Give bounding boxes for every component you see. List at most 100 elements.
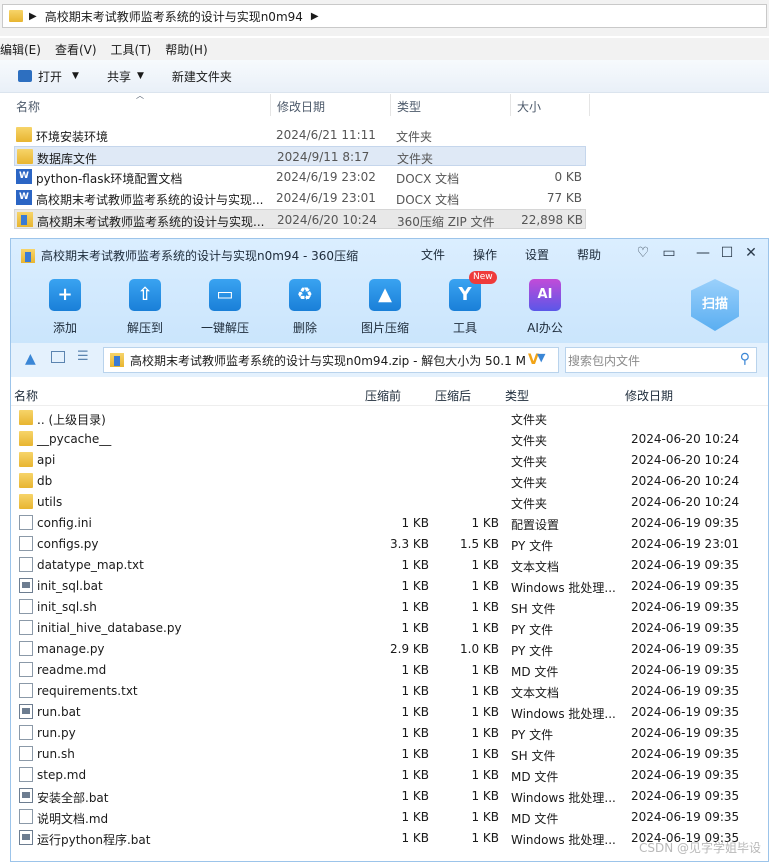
- table-row[interactable]: .. (上级目录) 文件夹: [11, 407, 768, 428]
- cell-date: 2024-06-19 09:35: [631, 663, 740, 677]
- col-type[interactable]: 类型: [397, 98, 421, 115]
- cell-date: 2024-06-19 09:35: [631, 747, 740, 761]
- menu-help[interactable]: 帮助(H): [165, 41, 207, 58]
- feedback-icon[interactable]: ▭: [661, 245, 677, 261]
- add-button[interactable]: + 添加: [35, 279, 95, 336]
- chevron-down-icon: ▼: [136, 71, 144, 81]
- col-name[interactable]: 名称: [16, 98, 40, 115]
- cell-after: 1.0 KB: [460, 642, 499, 656]
- zip-menu-file[interactable]: 文件: [421, 246, 445, 263]
- table-row[interactable]: step.md 1 KB 1 KB MD 文件 2024-06-19 09:35: [11, 764, 768, 785]
- cell-name: init_sql.sh: [37, 600, 97, 614]
- table-row[interactable]: init_sql.bat 1 KB 1 KB Windows 批处理... 2024-0…: [11, 575, 768, 596]
- open-button[interactable]: 打开 ▼: [18, 68, 79, 85]
- maximize-icon[interactable]: ☐: [719, 245, 735, 261]
- table-row[interactable]: configs.py 3.3 KB 1.5 KB PY 文件 2024-06-19 23…: [11, 533, 768, 554]
- cell-date: 2024-06-20 10:24: [631, 474, 740, 488]
- cell-before: 1 KB: [401, 747, 429, 761]
- table-row[interactable]: readme.md 1 KB 1 KB MD 文件 2024-06-19 09:35: [11, 659, 768, 680]
- menu-edit[interactable]: 编辑(E): [0, 41, 41, 58]
- cell-name: run.py: [37, 726, 76, 740]
- cell-date: 2024-06-19 09:35: [631, 579, 740, 593]
- cell-name: 说明文档.md: [37, 812, 109, 826]
- col-size[interactable]: 大小: [517, 98, 541, 115]
- table-row[interactable]: run.py 1 KB 1 KB PY 文件 2024-06-19 09:35: [11, 722, 768, 743]
- file-row[interactable]: 数据库文件 2024/9/11 8:17 文件夹: [14, 146, 586, 166]
- table-row[interactable]: run.bat 1 KB 1 KB Windows 批处理... 2024-06-19 …: [11, 701, 768, 722]
- zip-menu-help[interactable]: 帮助: [577, 246, 601, 263]
- cell-type: 文件夹: [511, 413, 548, 427]
- cell-type: 文件夹: [511, 434, 548, 448]
- table-row[interactable]: run.sh 1 KB 1 KB SH 文件 2024-06-19 09:35: [11, 743, 768, 764]
- col-date[interactable]: 修改日期: [625, 387, 673, 404]
- share-button[interactable]: 共享 ▼: [107, 68, 144, 85]
- table-row[interactable]: utils 文件夹 2024-06-20 10:24: [11, 491, 768, 512]
- table-row[interactable]: __pycache__ 文件夹 2024-06-20 10:24: [11, 428, 768, 449]
- table-row[interactable]: 安装全部.bat 1 KB 1 KB Windows 批处理... 2024-06-19…: [11, 785, 768, 806]
- col-type[interactable]: 类型: [505, 387, 529, 404]
- one-click-extract-button[interactable]: ▭ 一键解压: [195, 279, 255, 336]
- table-row[interactable]: datatype_map.txt 1 KB 1 KB 文本文档 2024-06-19 0…: [11, 554, 768, 575]
- col-name[interactable]: 名称: [14, 387, 38, 404]
- up-arrow-icon[interactable]: ▲: [25, 351, 36, 367]
- table-row[interactable]: 说明文档.md 1 KB 1 KB MD 文件 2024-06-19 09:35: [11, 806, 768, 827]
- table-row[interactable]: initial_hive_database.py 1 KB 1 KB PY 文件 202…: [11, 617, 768, 638]
- ai-office-button[interactable]: AI AI办公: [515, 279, 575, 336]
- image-compress-button[interactable]: ▲ 图片压缩: [355, 279, 415, 336]
- chevron-down-icon[interactable]: ▼: [537, 351, 545, 364]
- add-icon: +: [49, 279, 81, 311]
- search-input[interactable]: 搜索包内文件 ⚲: [565, 347, 757, 373]
- file-row[interactable]: 高校期末考试教师监考系统的设计与实现... 2024/6/20 10:24 36…: [14, 209, 586, 229]
- table-row[interactable]: requirements.txt 1 KB 1 KB 文本文档 2024-06-19 0…: [11, 680, 768, 701]
- cell-type: 配置设置: [511, 518, 560, 532]
- col-date[interactable]: 修改日期: [277, 98, 325, 115]
- minimize-icon[interactable]: —: [695, 245, 711, 261]
- menu-view[interactable]: 查看(V): [55, 41, 97, 58]
- cell-type: 文本文档: [511, 560, 560, 574]
- thumbnail-view-icon[interactable]: [51, 351, 65, 363]
- address-box[interactable]: ▶ 高校期末考试教师监考系统的设计与实现n0m94 ▶: [2, 4, 767, 28]
- cell-after: 1 KB: [471, 747, 499, 761]
- chevron-right-icon[interactable]: ▶: [29, 11, 37, 22]
- tools-button[interactable]: Y 工具: [435, 279, 495, 336]
- table-row[interactable]: api 文件夹 2024-06-20 10:24: [11, 449, 768, 470]
- file-row[interactable]: W python-flask环境配置文档 2024/6/19 23:02 DOC…: [14, 167, 586, 187]
- search-icon[interactable]: ⚲: [740, 351, 750, 367]
- archive-path-box[interactable]: 高校期末考试教师监考系统的设计与实现n0m94.zip - 解包大小为 50.1…: [103, 347, 559, 373]
- cell-name: run.bat: [37, 705, 81, 719]
- file-row[interactable]: 环境安装环境 2024/6/21 11:11 文件夹: [14, 125, 586, 145]
- table-row[interactable]: db 文件夹 2024-06-20 10:24: [11, 470, 768, 491]
- cell-date: 2024-06-19 09:35: [631, 642, 740, 656]
- cell-after: 1 KB: [471, 516, 499, 530]
- file-icon: [19, 536, 33, 551]
- table-row[interactable]: config.ini 1 KB 1 KB 配置设置 2024-06-19 09:35: [11, 512, 768, 533]
- table-row[interactable]: init_sql.sh 1 KB 1 KB SH 文件 2024-06-19 09:35: [11, 596, 768, 617]
- table-row[interactable]: manage.py 2.9 KB 1.0 KB PY 文件 2024-06-19 09:…: [11, 638, 768, 659]
- cell-after: 1 KB: [471, 579, 499, 593]
- folder-icon: [19, 452, 33, 467]
- cell-before: 1 KB: [401, 600, 429, 614]
- menu-tools[interactable]: 工具(T): [111, 41, 152, 58]
- file-row[interactable]: W 高校期末考试教师监考系统的设计与实现... 2024/6/19 23:01 …: [14, 188, 586, 208]
- cell-type: MD 文件: [511, 665, 559, 679]
- address-path[interactable]: 高校期末考试教师监考系统的设计与实现n0m94: [45, 8, 303, 25]
- close-icon[interactable]: ✕: [743, 245, 759, 261]
- chevron-right-icon[interactable]: ▶: [311, 11, 319, 22]
- zip-menu-operate[interactable]: 操作: [473, 246, 497, 263]
- cell-before: 1 KB: [401, 726, 429, 740]
- skin-icon[interactable]: ♡: [635, 245, 651, 261]
- cell-before: 1 KB: [401, 621, 429, 635]
- zip-menu-settings[interactable]: 设置: [525, 246, 549, 263]
- word-doc-icon: W: [16, 190, 32, 205]
- cell-before: 2.9 KB: [390, 642, 429, 656]
- col-after[interactable]: 压缩后: [435, 387, 471, 404]
- cell-date: 2024-06-19 09:35: [631, 768, 740, 782]
- col-before[interactable]: 压缩前: [365, 387, 401, 404]
- cell-name: __pycache__: [37, 432, 112, 446]
- cell-name: 运行python程序.bat: [37, 833, 151, 847]
- cell-after: 1 KB: [471, 831, 499, 845]
- extract-to-button[interactable]: ⇧ 解压到: [115, 279, 175, 336]
- delete-button[interactable]: ♻ 删除: [275, 279, 335, 336]
- list-view-icon[interactable]: ☰: [77, 349, 89, 364]
- new-folder-button[interactable]: 新建文件夹: [172, 68, 232, 85]
